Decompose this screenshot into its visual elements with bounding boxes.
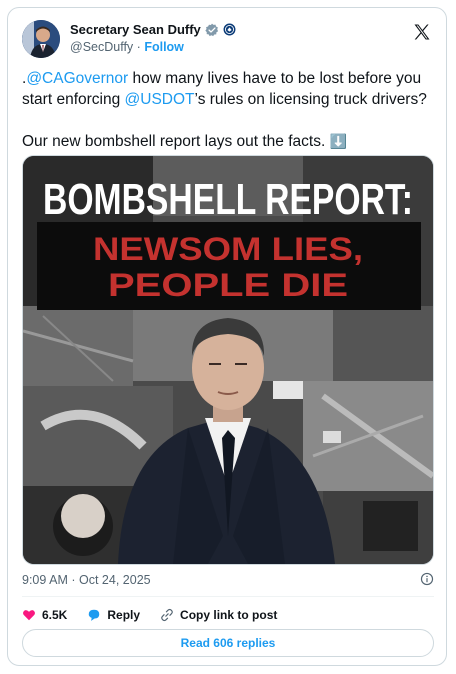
follow-button[interactable]: Follow <box>144 40 184 54</box>
down-arrow-emoji-icon: ⬇️ <box>329 133 348 149</box>
handle-separator: · <box>136 40 141 54</box>
avatar-image <box>22 20 60 58</box>
avatar[interactable] <box>22 20 60 58</box>
meta-separator: · <box>71 573 76 587</box>
mention-usdot[interactable]: @USDOT <box>125 91 195 108</box>
like-count: 6.5K <box>42 608 68 622</box>
author-name-row: Secretary Sean Duffy <box>70 22 236 37</box>
tweet-meta: 9:09 AM · Oct 24, 2025 <box>22 572 434 587</box>
info-icon[interactable] <box>420 572 434 586</box>
tweet-text: .@CAGovernor how many lives have to be l… <box>22 68 434 152</box>
tweet-paragraph-2: Our new bombshell report lays out the fa… <box>22 131 434 152</box>
tweet-card: Secretary Sean Duffy @SecDuffy · Follow … <box>7 7 447 666</box>
author-handle[interactable]: @SecDuffy <box>70 40 133 54</box>
tweet-time[interactable]: 9:09 AM <box>22 573 68 587</box>
tweet-paragraph-1: .@CAGovernor how many lives have to be l… <box>22 68 434 110</box>
copy-link-label: Copy link to post <box>180 608 278 622</box>
read-replies-label: Read 606 replies <box>180 636 276 650</box>
divider <box>22 596 434 597</box>
like-button[interactable]: 6.5K <box>22 608 67 622</box>
reply-button[interactable]: Reply <box>87 608 140 622</box>
tweet-text-segment: ’s rules on licensing truck drivers? <box>194 91 427 108</box>
tweet-date[interactable]: Oct 24, 2025 <box>79 573 151 587</box>
report-cover-image: BOMBSHELL REPORT: NEWSOM LIES, PEOPLE DI… <box>23 156 433 564</box>
verified-badge-icon <box>205 23 218 36</box>
link-icon <box>161 608 173 622</box>
x-logo-icon[interactable] <box>412 22 432 42</box>
headline-line-1: NEWSOM LIES, <box>93 231 363 267</box>
reply-label: Reply <box>107 608 141 622</box>
action-bar: 6.5K Reply Copy link to post <box>22 606 434 624</box>
tweet-header: Secretary Sean Duffy @SecDuffy · Follow <box>22 20 434 60</box>
author-handle-row: @SecDuffy · Follow <box>70 40 184 54</box>
copy-link-button[interactable]: Copy link to post <box>160 608 277 622</box>
headline-top: BOMBSHELL REPORT: <box>43 175 413 224</box>
reply-bubble-icon <box>89 609 100 621</box>
tweet-text-segment: Our new bombshell report lays out the fa… <box>22 133 326 150</box>
government-affiliation-icon <box>223 23 236 36</box>
mention-cagovernor[interactable]: @CAGovernor <box>26 70 128 87</box>
author-name[interactable]: Secretary Sean Duffy <box>70 22 201 37</box>
heart-icon <box>23 610 35 621</box>
headline-line-2: PEOPLE DIE <box>108 267 348 303</box>
read-replies-button[interactable]: Read 606 replies <box>22 629 434 657</box>
tweet-media-image[interactable]: BOMBSHELL REPORT: NEWSOM LIES, PEOPLE DI… <box>22 155 434 565</box>
